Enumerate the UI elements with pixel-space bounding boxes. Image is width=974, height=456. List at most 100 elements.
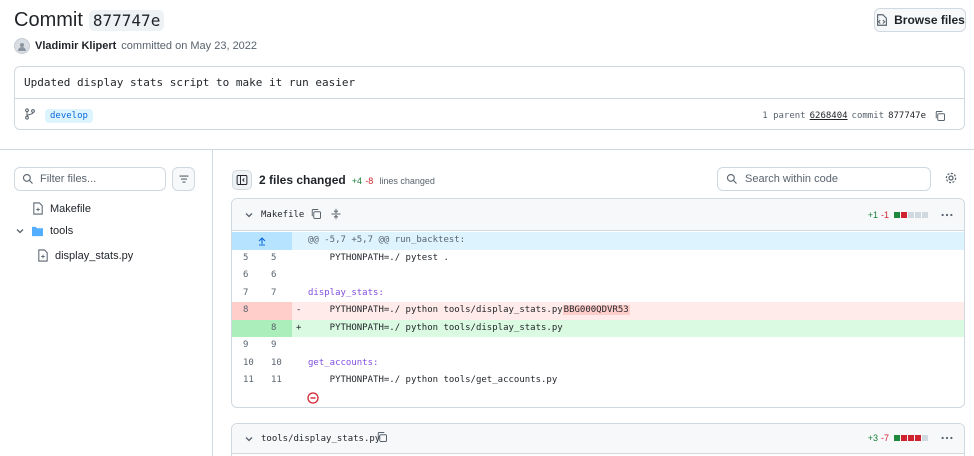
new-line-number[interactable]: 7 xyxy=(262,285,292,303)
commit-sha: 877747e xyxy=(888,111,926,121)
old-line-number[interactable]: 9 xyxy=(232,337,262,355)
author-link[interactable]: Vladimir Klipert xyxy=(35,40,116,52)
tree-item-tools[interactable]: tools xyxy=(15,225,73,237)
diffstat-square xyxy=(915,212,921,218)
branch-label[interactable]: develop xyxy=(45,109,93,123)
git-branch-icon xyxy=(24,108,36,120)
diff-sign xyxy=(292,355,308,373)
hunk-header: @@ -5,7 +5,7 @@ run_backtest: xyxy=(308,235,466,245)
old-line-number[interactable]: 10 xyxy=(232,355,262,373)
new-line-number[interactable]: 11 xyxy=(262,372,292,390)
old-line-number[interactable]: 5 xyxy=(232,250,262,268)
deletions-count: -8 xyxy=(365,176,374,186)
diffstat-square xyxy=(908,435,914,441)
copy-icon[interactable] xyxy=(310,208,322,220)
filter-files-input[interactable]: Filter files... xyxy=(14,167,166,191)
diff-sign xyxy=(292,372,308,390)
new-line-number[interactable] xyxy=(262,302,292,320)
avatar[interactable] xyxy=(14,38,30,54)
diff-row: 7 7 display_stats: xyxy=(232,285,964,303)
parent-sha-link[interactable]: 6268404 xyxy=(810,111,848,121)
old-line-number[interactable]: 6 xyxy=(232,267,262,285)
diff-sign xyxy=(292,267,308,285)
kebab-menu-icon[interactable] xyxy=(940,208,954,222)
new-line-number[interactable]: 8 xyxy=(262,319,292,337)
new-line-number[interactable]: 5 xyxy=(262,250,292,268)
diffstat-square xyxy=(901,435,907,441)
new-line-number[interactable]: 6 xyxy=(262,267,292,285)
removed-token: BBG000QDVR53 xyxy=(562,305,630,315)
diffstat-bar xyxy=(894,435,928,441)
new-line-number[interactable]: 10 xyxy=(262,355,292,373)
diff-sign xyxy=(292,337,308,355)
filter-icon xyxy=(178,173,190,185)
kebab-menu-icon[interactable] xyxy=(940,431,954,445)
file-icon xyxy=(37,249,49,262)
tree-item-display-stats[interactable]: display_stats.py xyxy=(37,249,133,262)
file-name[interactable]: Makefile xyxy=(261,210,304,220)
diff-row: 6 6 xyxy=(232,267,964,285)
chevron-down-icon[interactable] xyxy=(244,210,254,220)
file-additions: +1 xyxy=(867,210,878,220)
code-line: PYTHONPATH=./ pytest . xyxy=(308,252,449,263)
toggle-file-tree-button[interactable] xyxy=(232,170,252,190)
parent-label: 1 parent xyxy=(762,111,806,121)
code-line: PYTHONPATH=./ python tools/display_stats… xyxy=(308,322,563,333)
search-code-input[interactable]: Search within code xyxy=(717,167,931,191)
copy-icon[interactable] xyxy=(934,110,946,122)
expand-icon[interactable] xyxy=(330,208,342,220)
diff-row: 9 9 xyxy=(232,337,964,355)
tree-item-label: display_stats.py xyxy=(55,249,134,262)
old-line-number[interactable]: 11 xyxy=(232,372,262,390)
diff-row-deleted: 8 - PYTHONPATH=./ python tools/display_s… xyxy=(232,302,964,320)
code-line: display_stats: xyxy=(308,287,384,298)
parent-info: 1 parent 6268404 commit 877747e xyxy=(762,110,946,122)
commit-label: commit xyxy=(851,111,885,121)
diffstat-square xyxy=(894,435,900,441)
diffstat-square xyxy=(922,435,928,441)
old-line-number[interactable]: 8 xyxy=(232,302,262,320)
filter-options-button[interactable] xyxy=(172,167,195,191)
sidebar-divider xyxy=(212,150,213,456)
chevron-down-icon xyxy=(15,226,25,236)
old-line-number[interactable] xyxy=(232,319,262,337)
diff-sign xyxy=(292,250,308,268)
chevron-down-icon[interactable] xyxy=(244,434,254,444)
unfold-icon xyxy=(257,236,267,246)
gear-icon xyxy=(944,171,958,185)
diff-settings-button[interactable] xyxy=(944,171,958,185)
file-diff-display-stats: tools/display_stats.py +3 -7 xyxy=(231,423,965,456)
commit-message-box: Updated display stats script to make it … xyxy=(14,66,965,130)
divider xyxy=(15,98,964,99)
committed-date: committed on May 23, 2022 xyxy=(121,40,258,52)
file-additions: +3 xyxy=(867,433,878,443)
copy-icon[interactable] xyxy=(376,431,388,443)
file-diff-stats: +1 -1 xyxy=(868,210,928,220)
browse-files-label: Browse files xyxy=(894,13,965,27)
old-line-number[interactable]: 7 xyxy=(232,285,262,303)
diff-row: 11 11 PYTHONPATH=./ python tools/get_acc… xyxy=(232,372,964,390)
diff-sign: + xyxy=(296,322,302,333)
files-changed-count: 2 files changed xyxy=(259,173,346,187)
title-prefix: Commit xyxy=(14,9,83,31)
page-title: Commit 877747e xyxy=(14,9,165,32)
file-deletions: -1 xyxy=(880,210,889,220)
browse-files-button[interactable]: Browse files xyxy=(874,8,966,32)
file-directory-icon xyxy=(875,13,889,27)
commit-message: Updated display stats script to make it … xyxy=(24,76,356,89)
diff-sign xyxy=(292,285,308,303)
hunk-header-row: @@ -5,7 +5,7 @@ run_backtest: xyxy=(232,232,964,250)
tree-item-makefile[interactable]: Makefile xyxy=(32,202,91,215)
section-divider xyxy=(0,149,974,150)
diff-row: 10 10 get_accounts: xyxy=(232,355,964,373)
file-name[interactable]: tools/display_stats.py xyxy=(261,434,380,444)
file-diff-makefile: Makefile +1 -1 @@ -5,7 +5,7 @@ run_backt… xyxy=(231,198,965,408)
no-entry-icon xyxy=(307,392,319,404)
additions-count: +4 xyxy=(351,176,362,186)
diff-sign: - xyxy=(296,305,302,315)
expand-up-button[interactable] xyxy=(232,232,292,250)
diff-table: @@ -5,7 +5,7 @@ run_backtest: 5 5 PYTHON… xyxy=(232,232,964,407)
code-text: PYTHONPATH=./ python tools/display_stats… xyxy=(308,305,563,315)
new-line-number[interactable]: 9 xyxy=(262,337,292,355)
